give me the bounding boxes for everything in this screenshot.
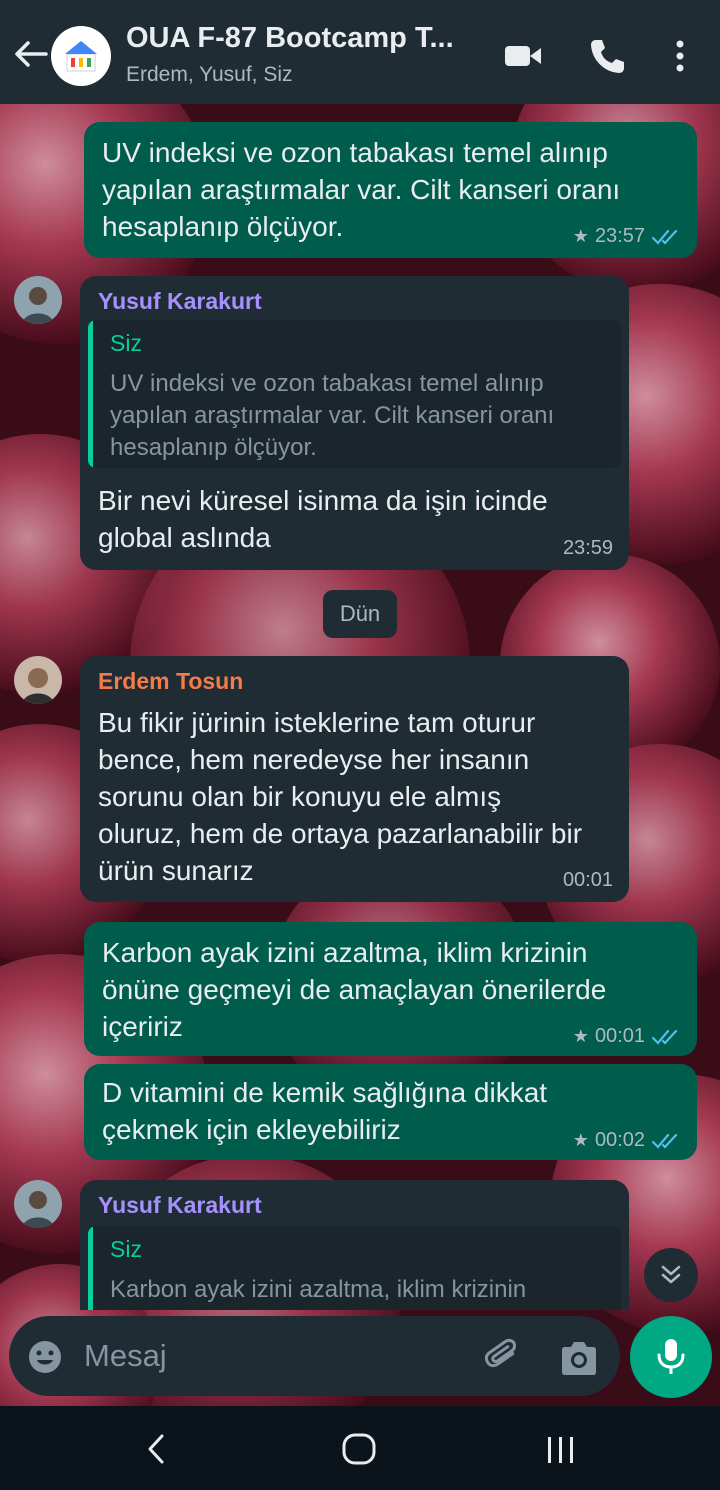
- chat-header: OUA F-87 Bootcamp T... Erdem, Yusuf, Siz: [0, 0, 720, 104]
- quoted-text-line: Karbon ayak izini azaltma, iklim krizini…: [110, 1276, 527, 1303]
- more-options-icon[interactable]: [660, 36, 700, 76]
- star-icon: ★: [572, 1130, 589, 1150]
- quoted-text-line: UV indeksi ve ozon tabakası temel alınıp: [110, 370, 544, 397]
- quoted-message[interactable]: Siz Karbon ayak izini azaltma, iklim kri…: [88, 1226, 621, 1310]
- video-call-icon[interactable]: [503, 36, 543, 76]
- message-text-line: Bir nevi küresel isinma da işin icinde: [98, 485, 548, 516]
- read-ticks-icon: [651, 229, 678, 245]
- message-text-line: çekmek için ekleyebiliriz: [102, 1114, 401, 1145]
- emoji-icon[interactable]: [26, 1338, 64, 1376]
- mic-button[interactable]: [630, 1316, 712, 1398]
- message-time: 00:02: [594, 1129, 645, 1151]
- message-text-line: UV indeksi ve ozon tabakası temel alınıp: [102, 137, 608, 168]
- star-icon: ★: [572, 226, 589, 246]
- message-text-line: önüne geçmeyi de amaçlayan önerilerde: [102, 974, 607, 1005]
- message-outgoing[interactable]: D vitamini de kemik sağlığına dikkat çek…: [84, 1064, 697, 1160]
- message-text-line: Bu fikir jürinin isteklerine tam oturur: [98, 707, 536, 738]
- scroll-down-icon: [661, 1265, 681, 1284]
- read-ticks-icon: [651, 1133, 678, 1149]
- system-nav-bar: [0, 1406, 720, 1490]
- message-text-line: yapılan araştırmalar var. Cilt kanseri o…: [102, 174, 621, 205]
- back-arrow-icon[interactable]: [10, 34, 50, 74]
- attach-icon[interactable]: [482, 1336, 524, 1378]
- message-text-line: sorunu olan bir konuyu ele almış: [98, 781, 502, 812]
- sender-name: Erdem Tosun: [98, 668, 244, 694]
- group-avatar[interactable]: [51, 26, 111, 86]
- message-outgoing[interactable]: UV indeksi ve ozon tabakası temel alınıp…: [84, 122, 697, 258]
- message-text-line: global aslında: [98, 522, 271, 553]
- message-text-line: bence, hem neredeyse her insanın: [98, 744, 530, 775]
- message-text-line: Karbon ayak izini azaltma, iklim krizini…: [102, 937, 588, 968]
- nav-home-icon[interactable]: [340, 1432, 378, 1466]
- sender-name: Yusuf Karakurt: [98, 1192, 262, 1218]
- message-time: 23:59: [562, 537, 613, 559]
- scroll-down-button[interactable]: [644, 1248, 698, 1302]
- message-outgoing[interactable]: Karbon ayak izini azaltma, iklim krizini…: [84, 922, 697, 1056]
- quoted-author: Siz: [110, 1236, 142, 1262]
- message-text-line: D vitamini de kemik sağlığına dikkat: [102, 1077, 548, 1108]
- message-text-line: içeririz: [102, 1011, 183, 1042]
- message-time: 23:57: [594, 225, 645, 247]
- chat-participants[interactable]: Erdem, Yusuf, Siz: [126, 63, 293, 87]
- nav-recents-icon[interactable]: [544, 1434, 578, 1466]
- chat-title[interactable]: OUA F-87 Bootcamp T...: [126, 22, 454, 55]
- message-incoming[interactable]: Erdem Tosun Bu fikir jürinin isteklerine…: [80, 656, 629, 902]
- nav-back-icon[interactable]: [140, 1432, 174, 1466]
- avatar-erdem[interactable]: [14, 656, 62, 704]
- quoted-author: Siz: [110, 330, 142, 356]
- message-time: 00:01: [594, 1025, 645, 1047]
- message-incoming[interactable]: Yusuf Karakurt Siz Karbon ayak izini aza…: [80, 1180, 629, 1310]
- read-ticks-icon: [651, 1029, 678, 1045]
- message-text-line: hesaplanıp ölçüyor.: [102, 211, 344, 242]
- voice-call-icon[interactable]: [587, 36, 627, 76]
- avatar-yusuf[interactable]: [14, 276, 62, 324]
- message-input[interactable]: Mesaj: [84, 1338, 167, 1374]
- mic-icon: [657, 1339, 685, 1374]
- message-incoming[interactable]: Yusuf Karakurt Siz UV indeksi ve ozon ta…: [80, 276, 629, 570]
- star-icon: ★: [572, 1026, 589, 1046]
- day-divider: Dün: [323, 590, 397, 638]
- quoted-text-line: hesaplanıp ölçüyor.: [110, 434, 317, 461]
- quoted-text-line: yapılan araştırmalar var. Cilt kanseri o…: [110, 402, 555, 429]
- sender-name: Yusuf Karakurt: [98, 288, 262, 314]
- avatar-yusuf[interactable]: [14, 1180, 62, 1228]
- camera-icon[interactable]: [558, 1338, 600, 1378]
- message-time: 00:01: [562, 869, 613, 891]
- message-text-line: oluruz, hem de ortaya pazarlanabilir bir: [98, 818, 583, 849]
- message-text-line: ürün sunarız: [98, 855, 254, 886]
- quoted-message[interactable]: Siz UV indeksi ve ozon tabakası temel al…: [88, 320, 621, 468]
